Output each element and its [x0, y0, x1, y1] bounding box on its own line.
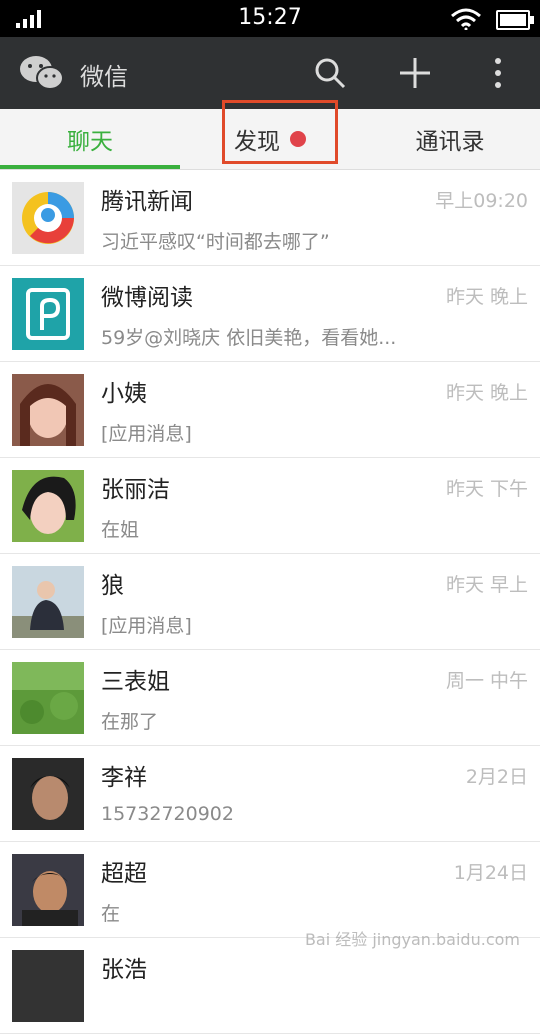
chat-name: 小姨 — [101, 374, 147, 408]
wifi-icon — [450, 8, 482, 30]
avatar — [12, 278, 84, 350]
list-item[interactable]: 三表姐 在那了 周一 中午 — [0, 650, 540, 746]
chat-name: 张浩 — [101, 950, 147, 984]
tab-chats[interactable]: 聊天 — [0, 109, 180, 169]
chat-name: 李祥 — [101, 758, 147, 792]
annotation-highlight-box — [222, 100, 338, 164]
chat-preview: 习近平感叹“时间都去哪了” — [101, 227, 330, 254]
tab-contacts[interactable]: 通讯录 — [360, 109, 540, 169]
list-item[interactable]: 张丽洁 在姐 昨天 下午 — [0, 458, 540, 554]
tab-chats-label: 聊天 — [67, 122, 113, 156]
chat-time: 早上09:20 — [435, 186, 528, 213]
chat-name: 张丽洁 — [101, 470, 170, 504]
chat-name: 狼 — [101, 566, 124, 600]
avatar — [12, 758, 84, 830]
chat-preview: 15732720902 — [101, 803, 234, 825]
active-tab-indicator — [0, 165, 180, 169]
chat-name: 腾讯新闻 — [101, 182, 193, 216]
chat-time: 昨天 晚上 — [446, 282, 528, 309]
avatar — [12, 662, 84, 734]
avatar — [12, 854, 84, 926]
chat-name: 三表姐 — [101, 662, 170, 696]
chat-preview: 59岁@刘晓庆 依旧美艳，看看她... — [101, 323, 396, 350]
status-bar: 15:27 — [0, 0, 540, 37]
chat-time: 1月24日 — [454, 858, 528, 885]
list-item[interactable]: 微博阅读 59岁@刘晓庆 依旧美艳，看看她... 昨天 晚上 — [0, 266, 540, 362]
list-item[interactable]: 张浩 — [0, 938, 540, 1034]
avatar — [12, 950, 84, 1022]
list-item[interactable]: 李祥 15732720902 2月2日 — [0, 746, 540, 842]
chat-preview: 在那了 — [101, 707, 158, 734]
list-item[interactable]: 超超 在 1月24日 — [0, 842, 540, 938]
chat-name: 超超 — [101, 854, 147, 888]
watermark: Bai 经验 jingyan.baidu.com — [305, 926, 520, 950]
list-item[interactable]: 腾讯新闻 习近平感叹“时间都去哪了” 早上09:20 — [0, 170, 540, 266]
list-item[interactable]: 小姨 [应用消息] 昨天 晚上 — [0, 362, 540, 458]
list-item[interactable]: 狼 [应用消息] 昨天 早上 — [0, 554, 540, 650]
chat-preview: [应用消息] — [101, 611, 192, 638]
tab-contacts-label: 通讯录 — [416, 122, 485, 156]
avatar — [12, 182, 84, 254]
search-icon[interactable] — [310, 53, 350, 93]
chat-list: 腾讯新闻 习近平感叹“时间都去哪了” 早上09:20 微博阅读 59岁@刘晓庆 … — [0, 170, 540, 1034]
avatar — [12, 470, 84, 542]
plus-icon[interactable] — [395, 53, 435, 93]
wechat-logo-icon — [18, 53, 66, 93]
chat-preview: [应用消息] — [101, 419, 192, 446]
chat-time: 昨天 早上 — [446, 570, 528, 597]
avatar — [12, 374, 84, 446]
chat-preview: 在姐 — [101, 515, 139, 542]
app-title: 微信 — [80, 57, 128, 92]
app-bar: 微信 — [0, 37, 540, 109]
battery-icon — [496, 10, 530, 30]
chat-time: 昨天 下午 — [446, 474, 528, 501]
avatar — [12, 566, 84, 638]
chat-preview: 在 — [101, 899, 120, 926]
chat-name: 微博阅读 — [101, 278, 193, 312]
chat-time: 昨天 晚上 — [446, 378, 528, 405]
chat-time: 2月2日 — [466, 762, 528, 789]
chat-time: 周一 中午 — [446, 666, 528, 693]
more-icon[interactable] — [478, 53, 518, 93]
